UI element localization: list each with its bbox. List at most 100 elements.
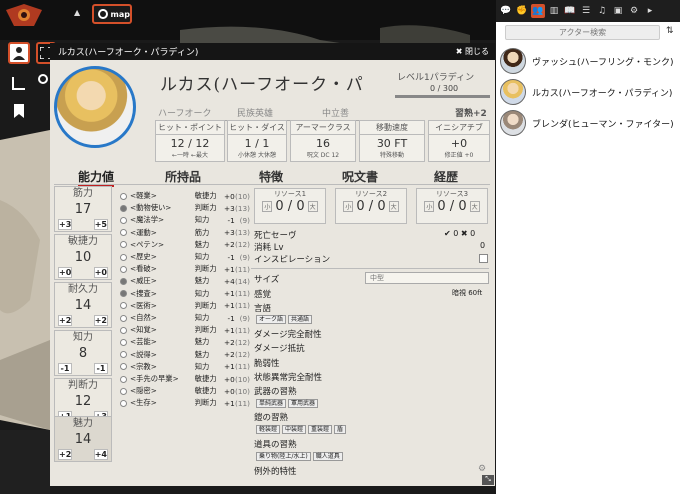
proficiency-toggle[interactable] xyxy=(120,302,127,310)
proficiency-toggle[interactable] xyxy=(120,204,127,212)
ability-save[interactable]: +0 xyxy=(93,267,108,278)
actor-list-item[interactable]: ヴァッシュ(ハーフリング・モンク) xyxy=(497,46,680,76)
character-name-input[interactable]: ルカス(ハーフオーク・パ xyxy=(160,70,364,95)
ability-mod[interactable]: -1 xyxy=(58,363,72,374)
skill-row[interactable]: <知覚> 判断力 +1 (11) xyxy=(118,324,250,336)
proficiency-toggle[interactable] xyxy=(120,277,127,285)
skill-row[interactable]: <魔法学> 知力 -1 (9) xyxy=(118,214,250,226)
settings-tab-icon[interactable]: ⚙ xyxy=(627,4,641,18)
initiative-box[interactable]: イニシアチブ +0 修正値 +0 xyxy=(428,120,490,162)
tab-spellbook[interactable]: 呪文書 xyxy=(342,168,378,185)
proficiency-toggle[interactable] xyxy=(120,253,127,261)
items-tab-icon[interactable]: ▥ xyxy=(547,4,561,18)
proficiency-toggle[interactable] xyxy=(120,314,127,322)
playlists-tab-icon[interactable]: ♫ xyxy=(595,4,609,18)
resource-3[interactable]: リソース3 小0 / 0大 xyxy=(416,188,488,224)
inspiration-checkbox[interactable] xyxy=(479,254,488,263)
skill-row[interactable]: <看破> 判断力 +1 (11) xyxy=(118,263,250,275)
actor-search-input[interactable]: アクター検索 xyxy=(505,25,660,40)
ability-dex[interactable]: 敏捷力 10 +0 +0 xyxy=(54,234,112,280)
resource-value[interactable]: 0 / 0 xyxy=(275,199,304,214)
resize-handle-icon[interactable]: ⤡ xyxy=(482,475,494,485)
race-field[interactable]: ハーフオーク xyxy=(158,106,228,121)
resource-1[interactable]: リソース1 小0 / 0大 xyxy=(254,188,326,224)
skill-row[interactable]: <ペテン> 魅力 +2 (12) xyxy=(118,239,250,251)
measure-tool[interactable] xyxy=(38,74,48,84)
skill-row[interactable]: <運動> 筋力 +3 (13) xyxy=(118,227,250,239)
ability-int[interactable]: 知力 8 -1 -1 xyxy=(54,330,112,376)
ability-mod[interactable]: +3 xyxy=(58,219,73,230)
proficiency-toggle[interactable] xyxy=(120,241,127,249)
sort-icon[interactable]: ⇅ xyxy=(666,26,674,36)
ability-con[interactable]: 耐久力 14 +2 +2 xyxy=(54,282,112,328)
exhaustion-value[interactable]: 0 xyxy=(480,241,485,250)
token-controls-tool[interactable] xyxy=(8,42,30,64)
skill-row[interactable]: <軽業> 敏捷力 +0 (10) xyxy=(118,190,250,202)
ability-mod[interactable]: +2 xyxy=(58,449,73,460)
actors-tab-icon[interactable]: 👥 xyxy=(531,4,545,18)
tab-biography[interactable]: 経歴 xyxy=(434,168,458,185)
actor-list-item[interactable]: ブレンダ(ヒューマン・ファイター) xyxy=(497,108,680,138)
skill-row[interactable]: <歴史> 知力 -1 (9) xyxy=(118,251,250,263)
skill-row[interactable]: <威圧> 魅力 +4 (14) xyxy=(118,275,250,287)
proficiency-toggle[interactable] xyxy=(120,216,127,224)
close-button[interactable]: ✖ 閉じる xyxy=(456,46,489,57)
journal-tab-icon[interactable]: 📖 xyxy=(563,4,577,18)
actor-list-item[interactable]: ルカス(ハーフオーク・パラディン) xyxy=(497,77,680,107)
skill-row[interactable]: <芸能> 魅力 +2 (12) xyxy=(118,336,250,348)
character-portrait[interactable] xyxy=(54,66,136,148)
ruler-tool[interactable] xyxy=(8,72,30,94)
movement-box[interactable]: 移動速度 30 FT 特殊移動 xyxy=(359,120,425,162)
death-save-marks[interactable]: ✔ 0 ✖ 0 xyxy=(444,229,475,238)
skill-row[interactable]: <手先の早業> 敏捷力 +0 (10) xyxy=(118,373,250,385)
compendium-tab-icon[interactable]: ▣ xyxy=(611,4,625,18)
alignment-field[interactable]: 中立善 xyxy=(322,106,392,121)
proficiency-toggle[interactable] xyxy=(120,290,127,298)
window-titlebar[interactable]: ルカス(ハーフオーク・パラディン) ✖ 閉じる xyxy=(50,43,495,60)
proficiency-toggle[interactable] xyxy=(120,265,127,273)
tab-inventory[interactable]: 所持品 xyxy=(165,168,201,185)
bookmark-tool[interactable] xyxy=(8,100,30,122)
proficiency-toggle[interactable] xyxy=(120,375,127,383)
skill-row[interactable]: <説得> 魅力 +2 (12) xyxy=(118,349,250,361)
ability-mod[interactable]: +2 xyxy=(58,315,73,326)
ability-str[interactable]: 筋力 17 +3 +5 xyxy=(54,186,112,232)
ability-save[interactable]: +4 xyxy=(93,449,108,460)
skill-row[interactable]: <隠密> 敏捷力 +0 (10) xyxy=(118,385,250,397)
skill-row[interactable]: <捜査> 知力 +1 (11) xyxy=(118,288,250,300)
size-select[interactable]: 中型 xyxy=(365,272,489,284)
scene-map-button[interactable]: map xyxy=(92,4,132,24)
scene-nav-collapse-icon[interactable]: ▲ xyxy=(74,8,80,17)
proficiency-toggle[interactable] xyxy=(120,326,127,334)
skill-row[interactable]: <生存> 判断力 +1 (11) xyxy=(118,397,250,409)
resource-value[interactable]: 0 / 0 xyxy=(356,199,385,214)
skill-row[interactable]: <自然> 知力 -1 (9) xyxy=(118,312,250,324)
resource-short-rest[interactable]: 小 xyxy=(343,201,354,212)
resource-short-rest[interactable]: 小 xyxy=(262,201,273,212)
ability-mod[interactable]: +0 xyxy=(58,267,73,278)
experience-value[interactable]: 0 / 300 xyxy=(430,84,458,93)
resource-long-rest[interactable]: 大 xyxy=(388,201,399,212)
ability-cha[interactable]: 魅力 14 +2 +4 xyxy=(54,416,112,462)
resource-long-rest[interactable]: 大 xyxy=(307,201,318,212)
chat-tab-icon[interactable]: 💬 xyxy=(499,4,513,18)
hit-dice-box[interactable]: ヒット・ダイス 1 / 1 小休憩 大休憩 xyxy=(227,120,287,162)
proficiency-toggle[interactable] xyxy=(120,192,127,200)
hit-points-box[interactable]: ヒット・ポイント 12 / 12 ←一時 ←最大 xyxy=(155,120,225,162)
proficiency-toggle[interactable] xyxy=(120,399,127,407)
resource-2[interactable]: リソース2 小0 / 0大 xyxy=(335,188,407,224)
gear-icon[interactable]: ⚙ xyxy=(478,464,486,474)
ability-save[interactable]: +2 xyxy=(93,315,108,326)
armor-class-box[interactable]: アーマークラス 16 呪文 DC 12 xyxy=(290,120,356,162)
tab-features[interactable]: 特徴 xyxy=(259,168,283,185)
skill-row[interactable]: <宗教> 知力 +1 (11) xyxy=(118,361,250,373)
ability-save[interactable]: -1 xyxy=(94,363,108,374)
tables-tab-icon[interactable]: ☰ xyxy=(579,4,593,18)
resource-short-rest[interactable]: 小 xyxy=(424,201,435,212)
proficiency-toggle[interactable] xyxy=(120,363,127,371)
proficiency-toggle[interactable] xyxy=(120,351,127,359)
ability-save[interactable]: +5 xyxy=(93,219,108,230)
combat-tab-icon[interactable]: ✊ xyxy=(515,4,529,18)
resource-long-rest[interactable]: 大 xyxy=(469,201,480,212)
senses-value[interactable]: 暗視 60ft xyxy=(452,288,482,298)
